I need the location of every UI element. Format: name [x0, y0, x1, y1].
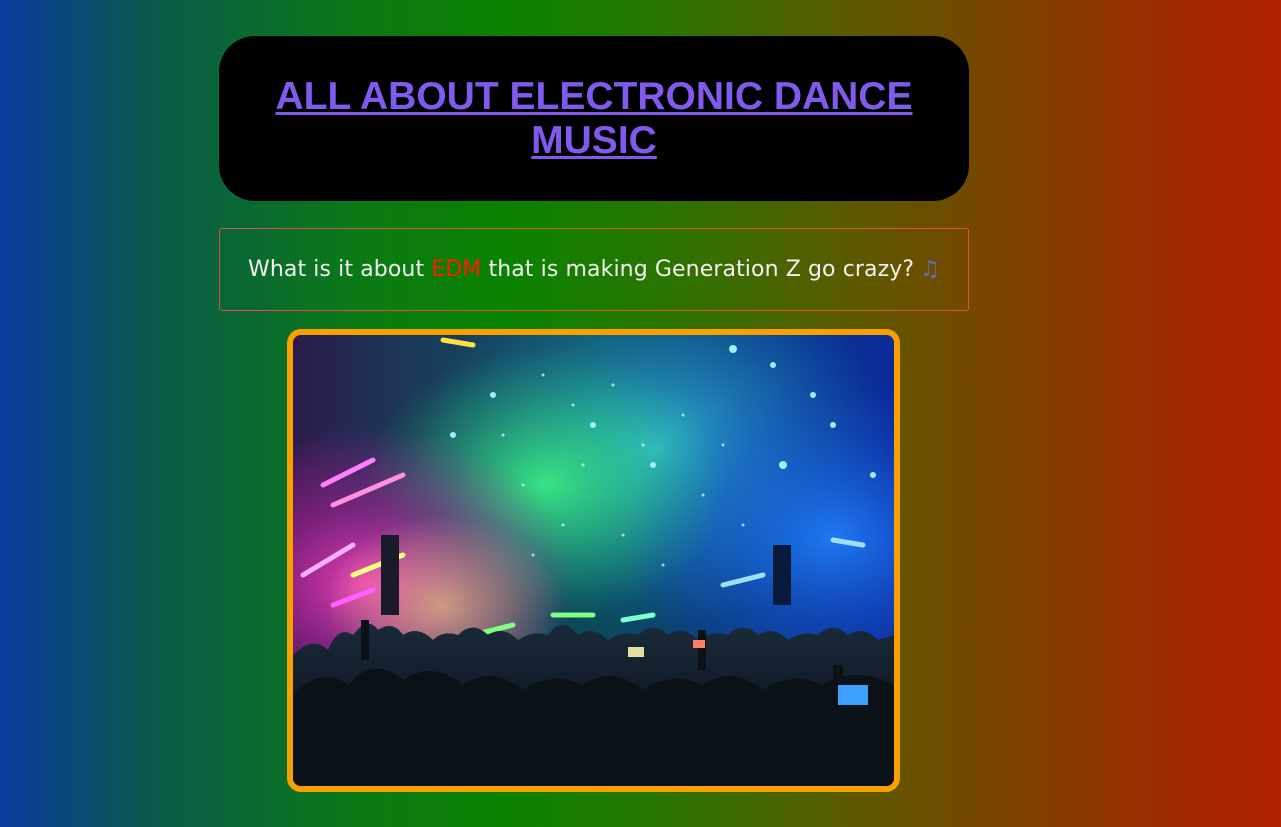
- edm-highlight: EDM: [431, 257, 482, 282]
- question-text: What is it about EDM that is making Gene…: [248, 257, 940, 282]
- musical-notes-icon: ♫: [920, 257, 940, 282]
- page-title-link[interactable]: ALL ABOUT ELECTRONIC DANCE MUSIC: [254, 75, 934, 163]
- question-text-before: What is it about: [248, 257, 432, 282]
- concert-photo-frame: [287, 329, 900, 792]
- header-box: ALL ABOUT ELECTRONIC DANCE MUSIC: [219, 36, 969, 201]
- question-text-after: that is making Generation Z go crazy?: [481, 257, 915, 282]
- concert-photo: [293, 335, 894, 786]
- question-box: What is it about EDM that is making Gene…: [219, 228, 969, 311]
